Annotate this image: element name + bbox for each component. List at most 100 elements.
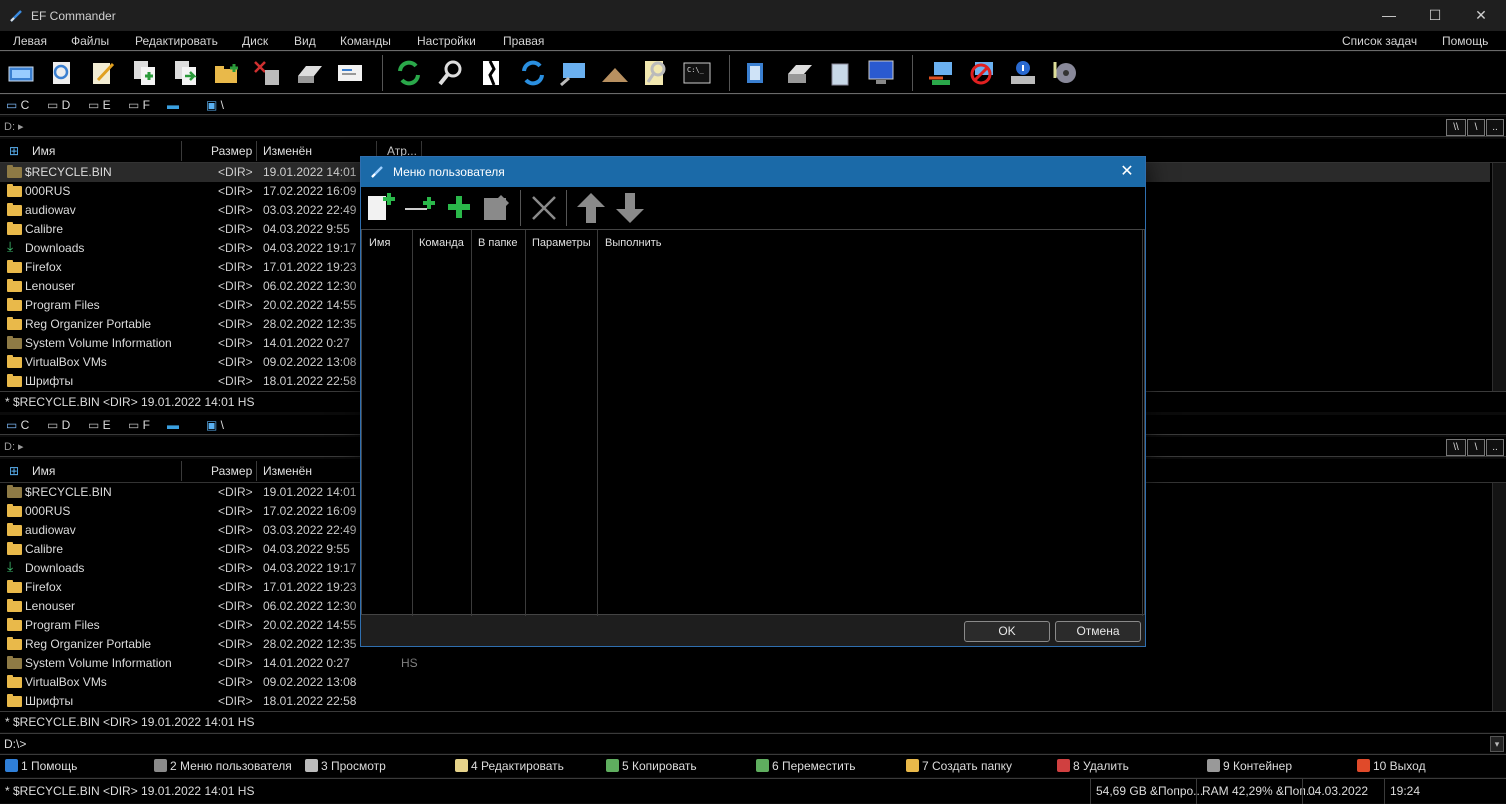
menu-files[interactable]: Файлы xyxy=(71,34,109,48)
col-folder[interactable]: В папке xyxy=(478,237,517,249)
drive-f-button[interactable]: ▭ F xyxy=(128,418,150,432)
column-divider[interactable] xyxy=(471,230,472,616)
col-parameters[interactable]: Параметры xyxy=(532,237,591,249)
column-divider[interactable] xyxy=(412,230,413,616)
column-divider[interactable] xyxy=(256,461,257,481)
printer-setup-icon[interactable] xyxy=(784,58,814,88)
col-size[interactable]: Размер xyxy=(211,144,252,158)
column-divider[interactable] xyxy=(256,141,257,161)
menu-help[interactable]: Помощь xyxy=(1442,34,1488,48)
menu-right[interactable]: Правая xyxy=(503,34,544,48)
fkey-6-button[interactable]: 6 Переместить xyxy=(756,759,856,773)
menu-disk[interactable]: Диск xyxy=(242,34,268,48)
fkey-3-button[interactable]: 3 Просмотр xyxy=(305,759,386,773)
fkey-8-button[interactable]: 8 Удалить xyxy=(1057,759,1129,773)
delete-item-icon[interactable] xyxy=(529,193,559,223)
find-files-icon[interactable] xyxy=(641,58,671,88)
col-name[interactable]: Имя xyxy=(369,237,390,249)
console-icon[interactable]: C:\_ xyxy=(682,58,712,88)
fkey-10-button[interactable]: 10 Выход xyxy=(1357,759,1426,773)
menu-view[interactable]: Вид xyxy=(294,34,316,48)
user-menu-icon[interactable] xyxy=(742,58,772,88)
disconnect-network-icon[interactable] xyxy=(967,58,997,88)
copy-icon[interactable] xyxy=(130,58,160,88)
open-panel-icon[interactable] xyxy=(6,58,36,88)
root-button[interactable]: \ xyxy=(1467,439,1485,456)
parent-dir-button[interactable]: .. xyxy=(1486,439,1504,456)
user-menu-list[interactable]: Имя Команда В папке Параметры Выполнить xyxy=(361,229,1145,616)
menu-settings[interactable]: Настройки xyxy=(417,34,476,48)
drive-info-icon[interactable] xyxy=(1008,58,1038,88)
column-divider[interactable] xyxy=(597,230,598,616)
connect-network-icon[interactable] xyxy=(926,58,956,88)
disk-free[interactable]: 54,69 GB &Попро... xyxy=(1096,784,1203,798)
parent-dir-button[interactable]: .. xyxy=(1486,119,1504,136)
search-icon[interactable] xyxy=(436,58,466,88)
root-unc-button[interactable]: \\ xyxy=(1446,439,1466,456)
col-modified[interactable]: Изменён xyxy=(263,464,312,478)
sync-icon[interactable] xyxy=(518,58,548,88)
network-root-button[interactable]: ▣ \ xyxy=(206,98,224,112)
move-down-icon[interactable] xyxy=(614,191,646,225)
col-size[interactable]: Размер xyxy=(211,464,252,478)
fkey-5-button[interactable]: 5 Копировать xyxy=(606,759,697,773)
tree-icon[interactable]: ⊞ xyxy=(9,464,19,478)
refresh-icon[interactable] xyxy=(394,58,424,88)
print-icon[interactable] xyxy=(294,58,324,88)
drive-d-button[interactable]: ▭ D xyxy=(47,98,70,112)
cancel-button[interactable]: Отмена xyxy=(1055,621,1141,642)
network-root-button[interactable]: ▣ \ xyxy=(206,418,224,432)
command-line[interactable]: D:\> ▾ xyxy=(0,733,1506,753)
root-button[interactable]: \ xyxy=(1467,119,1485,136)
close-button[interactable]: ✕ xyxy=(1458,0,1504,31)
recycle-bin-icon[interactable] xyxy=(825,58,855,88)
close-icon[interactable]: ✕ xyxy=(1115,161,1139,183)
col-modified[interactable]: Изменён xyxy=(263,144,312,158)
desktop-drive-icon[interactable]: ▬ xyxy=(167,98,179,112)
pyramid-icon[interactable] xyxy=(600,58,630,88)
network-icon[interactable] xyxy=(559,58,589,88)
menu-task-list[interactable]: Список задач xyxy=(1342,34,1417,48)
maximize-button[interactable]: ☐ xyxy=(1412,0,1458,31)
minimize-button[interactable]: — xyxy=(1366,0,1412,31)
new-item-icon[interactable] xyxy=(365,191,397,223)
file-row[interactable]: VirtualBox VMs <DIR> 09.02.2022 13:08 xyxy=(0,673,1490,692)
add-submenu-icon[interactable] xyxy=(445,193,473,221)
split-icon[interactable] xyxy=(477,58,507,88)
root-unc-button[interactable]: \\ xyxy=(1446,119,1466,136)
scrollbar[interactable] xyxy=(1492,483,1506,711)
ok-button[interactable]: OK xyxy=(964,621,1050,642)
drive-e-button[interactable]: ▭ E xyxy=(88,418,111,432)
command-history-dropdown[interactable]: ▾ xyxy=(1490,736,1504,752)
add-separator-icon[interactable] xyxy=(403,191,437,223)
audio-icon[interactable] xyxy=(1049,58,1079,88)
col-name[interactable]: Имя xyxy=(32,464,55,478)
file-row[interactable]: Шрифты <DIR> 18.01.2022 22:58 xyxy=(0,692,1490,711)
col-name[interactable]: Имя xyxy=(32,144,55,158)
column-divider[interactable] xyxy=(181,141,182,161)
menu-commands[interactable]: Команды xyxy=(340,34,391,48)
dialog-title-bar[interactable]: Меню пользователя ✕ xyxy=(361,157,1145,187)
fkey-7-button[interactable]: 7 Создать папку xyxy=(906,759,1012,773)
send-mail-icon[interactable] xyxy=(335,58,365,88)
ram-usage[interactable]: RAM 42,29% &Поп... xyxy=(1202,784,1316,798)
drive-f-button[interactable]: ▭ F xyxy=(128,98,150,112)
drive-c-button[interactable]: ▭ C xyxy=(6,98,29,112)
fkey-2-button[interactable]: 2 Меню пользователя xyxy=(154,759,292,773)
fkey-4-button[interactable]: 4 Редактировать xyxy=(455,759,564,773)
col-execute[interactable]: Выполнить xyxy=(605,237,661,249)
new-folder-icon[interactable] xyxy=(212,58,242,88)
drive-c-button[interactable]: ▭ C xyxy=(6,418,29,432)
move-icon[interactable] xyxy=(171,58,201,88)
desktop-drive-icon[interactable]: ▬ xyxy=(167,418,179,432)
scrollbar[interactable] xyxy=(1492,163,1506,391)
column-divider[interactable] xyxy=(525,230,526,616)
menu-edit[interactable]: Редактировать xyxy=(135,34,218,48)
edit-item-icon[interactable] xyxy=(481,191,513,223)
tree-icon[interactable]: ⊞ xyxy=(9,144,19,158)
col-command[interactable]: Команда xyxy=(419,237,464,249)
drive-d-button[interactable]: ▭ D xyxy=(47,418,70,432)
drive-e-button[interactable]: ▭ E xyxy=(88,98,111,112)
delete-icon[interactable] xyxy=(253,58,283,88)
move-up-icon[interactable] xyxy=(575,191,607,225)
